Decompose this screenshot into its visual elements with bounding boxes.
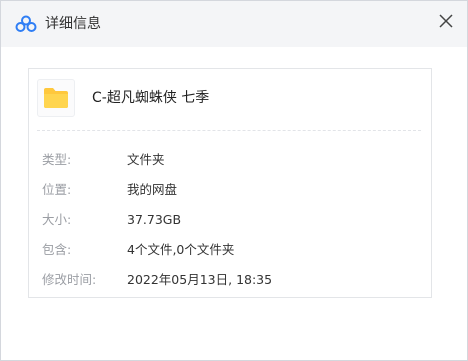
close-icon[interactable] bbox=[437, 12, 455, 30]
property-value: 文件夹 bbox=[127, 152, 165, 167]
details-dialog: 详细信息 C-超凡蜘蛛侠 七季 类型: 文件夹 位置: 我的网盘 大小: 37.… bbox=[0, 0, 468, 361]
property-label: 修改时间: bbox=[42, 272, 97, 287]
property-label: 大小: bbox=[42, 212, 72, 227]
property-modified: 修改时间: 2022年05月13日, 18:35 bbox=[42, 271, 422, 301]
property-value: 2022年05月13日, 18:35 bbox=[127, 272, 273, 287]
property-value: 我的网盘 bbox=[127, 182, 178, 197]
file-name: C-超凡蜘蛛侠 七季 bbox=[92, 90, 210, 106]
divider bbox=[37, 130, 421, 131]
property-label: 包含: bbox=[42, 242, 72, 257]
property-value: 37.73GB bbox=[127, 212, 182, 227]
property-size: 大小: 37.73GB bbox=[42, 211, 422, 241]
cloud-logo-icon bbox=[15, 15, 37, 33]
properties-list: 类型: 文件夹 位置: 我的网盘 大小: 37.73GB 包含: 4个文件,0个… bbox=[42, 151, 422, 301]
property-label: 位置: bbox=[42, 182, 72, 197]
details-card: C-超凡蜘蛛侠 七季 类型: 文件夹 位置: 我的网盘 大小: 37.73GB … bbox=[28, 68, 432, 298]
property-contains: 包含: 4个文件,0个文件夹 bbox=[42, 241, 422, 271]
dialog-titlebar: 详细信息 bbox=[1, 1, 467, 47]
folder-icon bbox=[43, 87, 69, 109]
file-header: C-超凡蜘蛛侠 七季 bbox=[37, 79, 417, 117]
property-value: 4个文件,0个文件夹 bbox=[127, 242, 235, 257]
dialog-title: 详细信息 bbox=[45, 16, 101, 32]
property-location: 位置: 我的网盘 bbox=[42, 181, 422, 211]
folder-thumbnail bbox=[37, 79, 75, 117]
property-label: 类型: bbox=[42, 152, 72, 167]
property-type: 类型: 文件夹 bbox=[42, 151, 422, 181]
